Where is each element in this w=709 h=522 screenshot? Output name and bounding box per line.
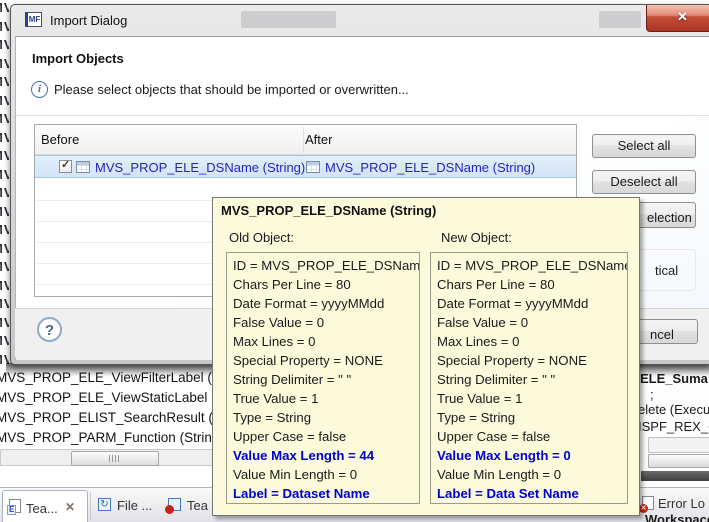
sash-divider[interactable] — [641, 471, 709, 481]
background-list-item[interactable]: MVS_PROP_ELIST_SearchResult (Stri — [0, 410, 233, 425]
property-line: Type = String — [437, 408, 627, 427]
property-line: Upper Case = false — [437, 427, 627, 446]
e-badge-icon: E — [7, 505, 16, 515]
scrollbar-thumb[interactable] — [648, 454, 709, 468]
column-header-after[interactable]: After — [305, 132, 332, 147]
tab-team-2[interactable]: Tea — [187, 498, 208, 513]
team-sync-icon — [168, 498, 181, 511]
select-all-button[interactable]: Select all — [592, 134, 696, 158]
background-list-item[interactable]: MVS_PROP_PARM_Function (String — [0, 430, 219, 445]
dataset-grid-icon — [76, 161, 90, 173]
button-label-fragment: election — [647, 207, 692, 229]
dialog-titlebar[interactable]: MF Import Dialog ✕ — [11, 5, 709, 36]
screen: MVMVMVMVMVMVMVMVMVMVMVMVMVMVMVMVMVMVMVMV… — [0, 0, 709, 522]
background-text-fragment: elete (Execu — [638, 402, 709, 417]
tab-divider — [90, 492, 91, 520]
control-label-fragment: tical — [655, 263, 678, 278]
property-line: Chars Per Line = 80 — [437, 275, 627, 294]
property-line: True Value = 1 — [233, 389, 419, 408]
object-compare-tooltip: MVS_PROP_ELE_DSName (String) Old Object:… — [212, 197, 640, 516]
tab-close-icon[interactable]: ✕ — [65, 500, 75, 514]
property-line: ID = MVS_PROP_ELE_DSName — [437, 256, 627, 275]
page-title: Import Objects — [32, 51, 124, 66]
red-badge-icon — [165, 505, 174, 514]
file-sync-icon: ↻ — [98, 498, 111, 511]
tab-team[interactable]: E Tea... ✕ — [2, 490, 88, 522]
check-icon: ✓ — [61, 158, 70, 171]
property-line: Date Format = yyyyMMdd — [437, 294, 627, 313]
scrollbar-thumb[interactable] — [71, 451, 159, 466]
property-line: Upper Case = false — [233, 427, 419, 446]
old-object-label: Old Object: — [229, 230, 294, 245]
header-separator — [16, 115, 709, 116]
tab-file[interactable]: File ... — [117, 498, 152, 513]
glass-reflection — [599, 11, 641, 28]
property-line: Max Lines = 0 — [437, 332, 627, 351]
close-button[interactable]: ✕ — [646, 5, 709, 32]
property-line: Max Lines = 0 — [233, 332, 419, 351]
property-line: False Value = 0 — [233, 313, 419, 332]
background-button-fragment[interactable] — [648, 437, 709, 453]
column-divider — [303, 127, 304, 153]
property-line: Value Min Length = 0 — [233, 465, 419, 484]
property-line: Special Property = NONE — [437, 351, 627, 370]
property-line: Type = String — [233, 408, 419, 427]
property-line: Value Max Length = 0 — [437, 446, 627, 465]
error-log-icon: ✕ — [642, 496, 654, 510]
help-button[interactable]: ? — [37, 317, 62, 342]
property-line: Chars Per Line = 80 — [233, 275, 419, 294]
new-object-label: New Object: — [441, 230, 512, 245]
table-row[interactable]: ✓ MVS_PROP_ELE_DSName (String) MVS_PROP_… — [35, 155, 576, 178]
table-header: Before After — [35, 125, 576, 155]
mf-app-icon: MF — [25, 12, 42, 27]
row-checkbox[interactable]: ✓ — [59, 160, 72, 173]
property-line: String Delimiter = " " — [437, 370, 627, 389]
property-line: String Delimiter = " " — [233, 370, 419, 389]
property-line: Value Max Length = 44 — [233, 446, 419, 465]
property-line: Value Min Length = 0 — [437, 465, 627, 484]
after-cell-value: MVS_PROP_ELE_DSName (String) — [325, 160, 535, 175]
background-text-fragment: ; — [650, 387, 654, 402]
info-icon: i — [31, 81, 48, 98]
column-header-before[interactable]: Before — [41, 132, 79, 147]
property-line: Date Format = yyyyMMdd — [233, 294, 419, 313]
clipped-background-list: MVMVMVMVMVMVMVMVMVMVMVMVMVMVMVMVMVMVMVMV — [0, 0, 9, 366]
button-label-fragment: ncel — [650, 324, 674, 346]
property-line: True Value = 1 — [437, 389, 627, 408]
dialog-title: Import Dialog — [50, 13, 127, 28]
dataset-grid-icon — [306, 161, 320, 173]
info-message: Please select objects that should be imp… — [54, 82, 409, 97]
new-object-box: ID = MVS_PROP_ELE_DSNameChars Per Line =… — [430, 252, 628, 504]
close-icon: ✕ — [677, 9, 688, 25]
old-object-box: ID = MVS_PROP_ELE_DSNameChars Per Line =… — [226, 252, 420, 504]
team-file-icon: E — [9, 499, 21, 513]
deselect-all-button[interactable]: Deselect all — [592, 170, 696, 194]
before-cell-value: MVS_PROP_ELE_DSName (String) — [95, 160, 305, 175]
background-text-fragment: Workspace L — [645, 512, 709, 522]
property-line: False Value = 0 — [437, 313, 627, 332]
property-line: Label = Dataset Name — [233, 484, 419, 503]
tooltip-title: MVS_PROP_ELE_DSName (String) — [221, 203, 436, 218]
tab-error-log[interactable]: Error Lo — [658, 496, 705, 511]
background-list-item[interactable]: MVS_PROP_ELE_ViewStaticLabel (St — [0, 390, 228, 405]
scrollbar-grip-icon — [109, 455, 120, 462]
property-line: Special Property = NONE — [233, 351, 419, 370]
background-text-fragment: ISPF_REX_C — [638, 419, 709, 434]
property-line: Label = Data Set Name — [437, 484, 627, 503]
glass-reflection — [241, 11, 336, 28]
property-line: ID = MVS_PROP_ELE_DSName — [233, 256, 419, 275]
tab-label: Tea... — [26, 501, 58, 516]
